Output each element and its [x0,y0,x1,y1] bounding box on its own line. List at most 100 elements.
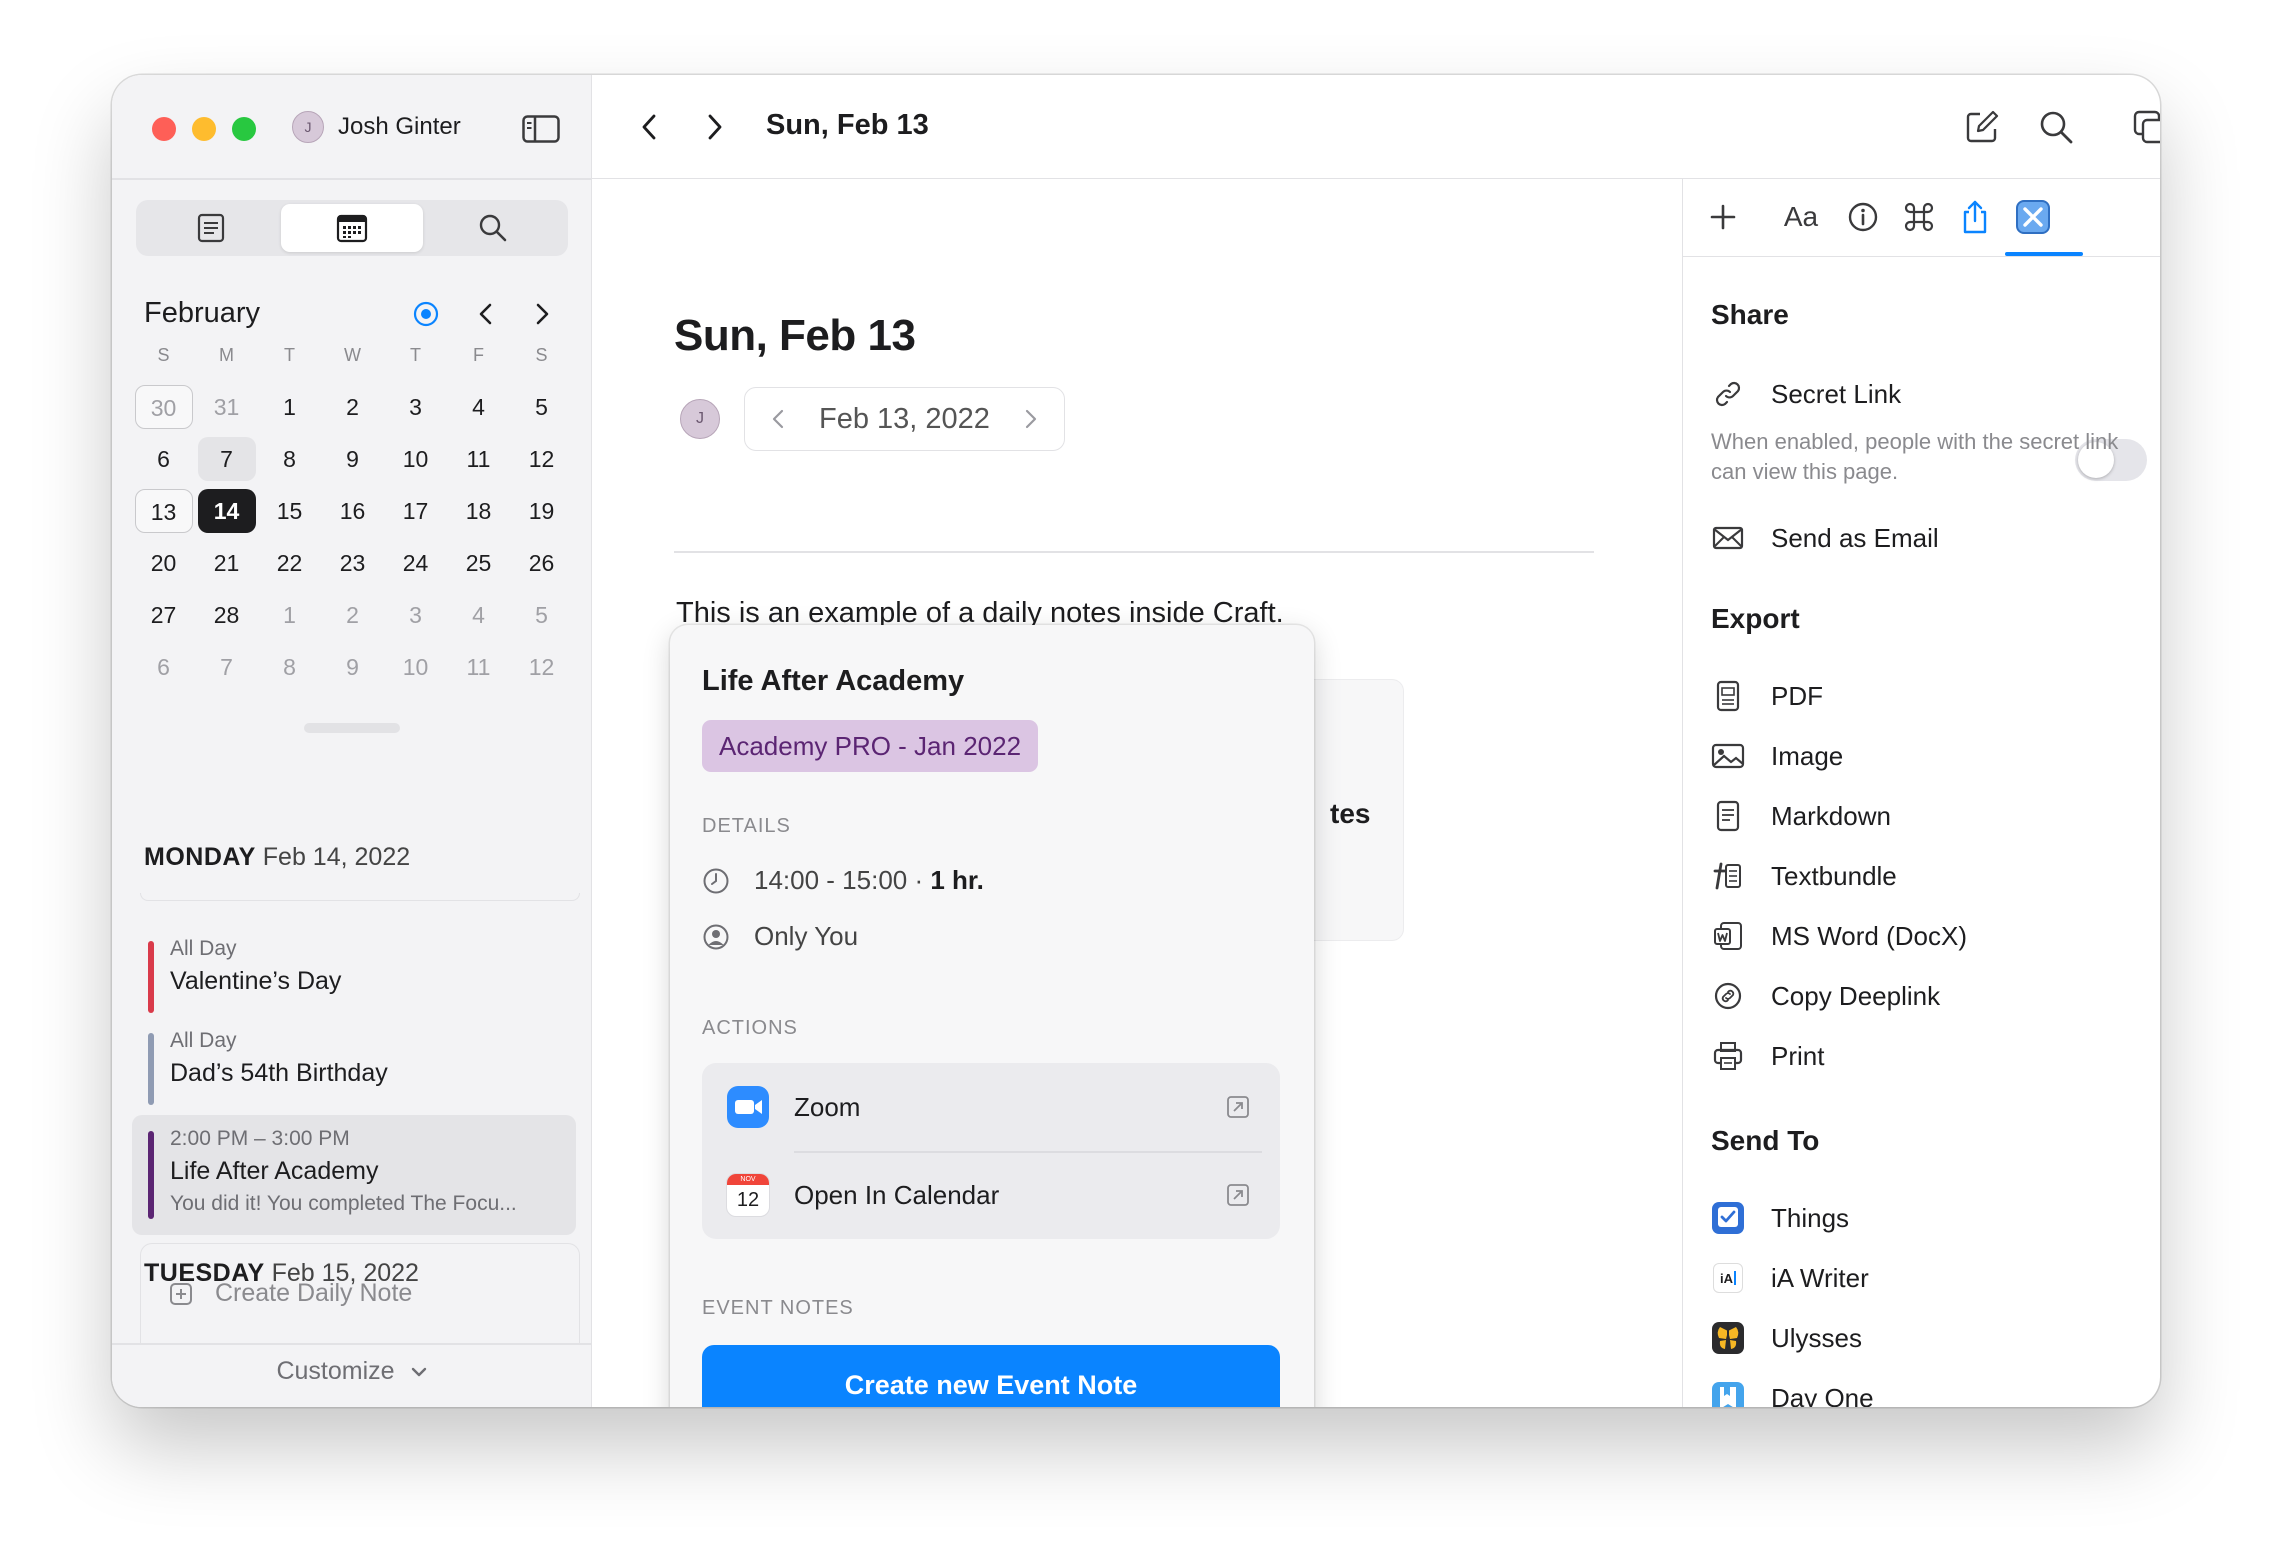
duplicate-window-icon[interactable] [2132,109,2160,145]
send-as-email-button[interactable]: Send as Email [1711,521,1939,555]
tab-shortcuts[interactable] [1899,197,1939,237]
previous-day-icon[interactable] [771,408,785,430]
tab-documents[interactable] [140,204,281,252]
calendar-day[interactable]: 11 [450,645,508,689]
search-icon[interactable] [2038,109,2074,145]
tab-insert[interactable] [1703,197,1743,237]
calendar-day[interactable]: 16 [324,489,382,533]
calendar-day[interactable]: 5 [513,385,571,429]
minimize-window-button[interactable] [192,117,216,141]
sidebar-toggle-icon[interactable] [522,115,560,143]
zoom-window-button[interactable] [232,117,256,141]
document-list-icon [197,213,224,243]
open-in-calendar-button[interactable]: NOV 12 Open In Calendar [726,1151,1266,1239]
tab-info[interactable] [1843,197,1883,237]
calendar-day[interactable]: 28 [198,593,256,637]
create-event-note-button[interactable]: Create new Event Note [702,1345,1280,1407]
send-to-ia-writer-button[interactable]: iA iA Writer [1711,1261,1869,1295]
tab-calendar[interactable] [281,204,423,252]
user-name: Josh Ginter [338,113,461,140]
agenda-event-selected[interactable]: 2:00 PM – 3:00 PM Life After Academy You… [132,1115,576,1235]
calendar-day[interactable]: 9 [324,645,382,689]
document-title[interactable]: Sun, Feb 13 [674,311,916,361]
export-word-button[interactable]: MS Word (DocX) [1711,919,1967,953]
compose-icon[interactable] [1964,109,2000,145]
calendar-day[interactable]: 2 [324,593,382,637]
calendar-day[interactable]: 2 [324,385,382,429]
calendar-day[interactable]: 4 [450,385,508,429]
calendar-day[interactable]: 9 [324,437,382,481]
export-image-button[interactable]: Image [1711,739,1843,773]
next-day-icon[interactable] [1024,408,1038,430]
calendar-day[interactable]: 1 [261,593,319,637]
calendar-day[interactable]: 19 [513,489,571,533]
share-heading: Share [1711,299,1789,330]
calendar-day[interactable]: 8 [261,645,319,689]
calendar-day[interactable]: 7 [197,437,256,481]
send-to-day-one-button[interactable]: Day One [1711,1381,1874,1407]
close-window-button[interactable] [152,117,176,141]
account-switcher[interactable]: J Josh Ginter [292,111,461,143]
agenda-event[interactable]: All Day Dad’s 54th Birthday [132,1029,576,1109]
calendar-day[interactable]: 3 [387,385,445,429]
search-icon [480,214,507,242]
calendar-day[interactable]: 31 [198,385,256,429]
author-avatar: J [680,399,720,439]
calendar-resize-handle[interactable] [304,723,400,733]
forward-icon[interactable] [704,111,726,143]
calendar-day[interactable]: 17 [387,489,445,533]
copy-deeplink-button[interactable]: Copy Deeplink [1711,979,1940,1013]
agenda-event[interactable]: All Day Valentine’s Day [132,937,576,1017]
export-markdown-button[interactable]: Markdown [1711,799,1891,833]
command-icon [1904,202,1934,232]
date-label[interactable]: Feb 13, 2022 [819,403,990,436]
calendar-day[interactable]: 1 [261,385,319,429]
back-icon[interactable] [638,111,660,143]
calendar-day[interactable]: 23 [324,541,382,585]
tab-search[interactable] [423,204,564,252]
calendar-day-selected[interactable]: 13 [134,489,193,533]
calendar-day[interactable]: 7 [198,645,256,689]
calendar-day[interactable]: 26 [513,541,571,585]
calendar-day[interactable]: 4 [450,593,508,637]
calendar-day[interactable]: 6 [135,437,193,481]
calendar-day[interactable]: 22 [261,541,319,585]
send-to-ulysses-button[interactable]: Ulysses [1711,1321,1862,1355]
calendar-day[interactable]: 25 [450,541,508,585]
send-to-things-button[interactable]: Things [1711,1201,1849,1235]
customize-button[interactable]: Customize [112,1357,592,1386]
go-to-today-icon[interactable] [412,300,440,328]
tab-extensions[interactable] [2013,197,2053,237]
previous-month-icon[interactable] [476,300,496,328]
calendar-day[interactable]: 11 [450,437,508,481]
calendar-day[interactable]: 27 [135,593,193,637]
calendar-day[interactable]: 3 [387,593,445,637]
calendar-day[interactable]: 20 [135,541,193,585]
calendar-day[interactable]: 10 [387,645,445,689]
tab-share[interactable] [1955,197,1995,237]
calendar-week: 20 21 22 23 24 25 26 [132,537,574,589]
page-card[interactable]: tes [1312,679,1404,941]
calendar-day[interactable]: 10 [387,437,445,481]
next-month-icon[interactable] [532,300,552,328]
pdf-file-icon [1716,680,1740,712]
calendar-day[interactable]: 21 [198,541,256,585]
calendar-day[interactable]: 6 [135,645,193,689]
agenda-day-note-stub[interactable] [140,893,580,901]
calendar-day[interactable]: 12 [513,645,571,689]
print-button[interactable]: Print [1711,1039,1824,1073]
create-daily-note-button[interactable]: Create Daily Note [140,1243,580,1343]
calendar-day-today[interactable]: 14 [197,489,256,533]
calendar-day[interactable]: 15 [261,489,319,533]
open-zoom-button[interactable]: Zoom [726,1063,1266,1151]
calendar-day[interactable]: 30 [134,385,193,429]
export-pdf-button[interactable]: PDF [1711,679,1823,713]
calendar-day[interactable]: 12 [513,437,571,481]
export-textbundle-button[interactable]: Textbundle [1711,859,1897,893]
tab-style[interactable]: Aa [1771,197,1831,237]
calendar-day[interactable]: 5 [513,593,571,637]
calendar-day[interactable]: 18 [450,489,508,533]
calendar-day[interactable]: 8 [261,437,319,481]
calendar-day[interactable]: 24 [387,541,445,585]
zoom-app-icon [727,1086,769,1128]
